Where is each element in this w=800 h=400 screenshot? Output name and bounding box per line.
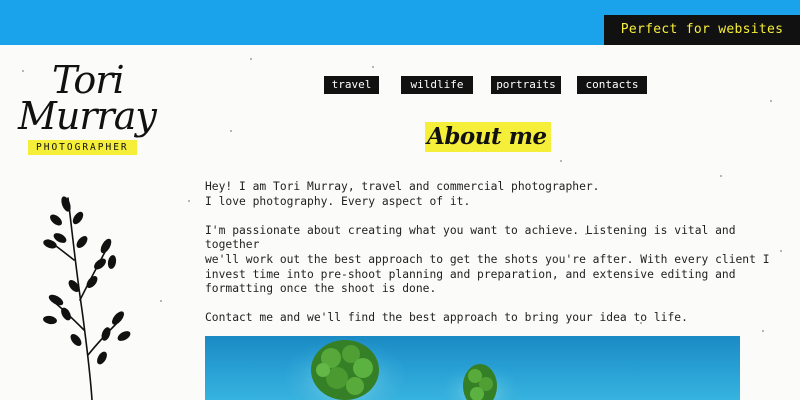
page-title: About me bbox=[425, 122, 551, 152]
islands-illustration bbox=[285, 338, 518, 400]
nav-item-wildlife[interactable]: wildlife bbox=[401, 76, 473, 94]
logo-tagline: PHOTOGRAPHER bbox=[28, 140, 137, 155]
nav-item-travel[interactable]: travel bbox=[324, 76, 379, 94]
top-banner: Perfect for websites bbox=[0, 0, 800, 45]
approach-paragraph: I'm passionate about creating what you w… bbox=[205, 223, 770, 296]
logo-last-name: Murray bbox=[18, 94, 157, 138]
perfect-for-websites-badge: Perfect for websites bbox=[604, 15, 800, 45]
main-nav: travel wildlife portraits contacts bbox=[0, 76, 800, 96]
nav-item-contacts[interactable]: contacts bbox=[577, 76, 647, 94]
page-title-text: About me bbox=[427, 123, 547, 150]
intro-paragraph: Hey! I am Tori Murray, travel and commer… bbox=[205, 180, 600, 208]
island-large bbox=[311, 340, 379, 400]
nav-item-portraits[interactable]: portraits bbox=[491, 76, 561, 94]
aerial-islands-photo bbox=[205, 336, 740, 400]
plant-illustration-icon bbox=[43, 196, 131, 400]
contact-paragraph: Contact me and we'll find the best appro… bbox=[205, 311, 688, 325]
about-content: Hey! I am Tori Murray, travel and commer… bbox=[205, 180, 795, 341]
